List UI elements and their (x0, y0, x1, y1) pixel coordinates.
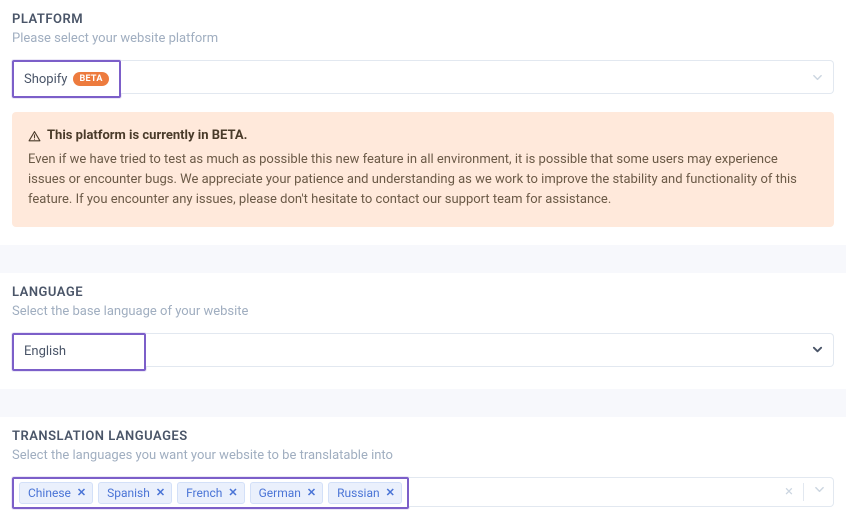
language-select-row: English (12, 333, 834, 371)
alert-title: This platform is currently in BETA. (47, 126, 247, 146)
platform-highlight: Shopify BETA (12, 60, 121, 98)
alert-title-row: This platform is currently in BETA. (28, 126, 818, 146)
clear-all-icon[interactable]: × (785, 484, 793, 499)
platform-section: PLATFORM Please select your website plat… (0, 0, 846, 245)
tag-label: German (259, 485, 301, 502)
platform-select-value[interactable]: Shopify BETA (14, 62, 119, 96)
chevron-down-icon (811, 344, 823, 356)
remove-tag-icon[interactable]: ✕ (307, 487, 316, 498)
translations-select[interactable]: × (409, 477, 834, 507)
language-tag: Spanish ✕ (98, 482, 172, 505)
language-highlight: English (12, 333, 146, 371)
platform-select[interactable] (121, 60, 834, 94)
language-tag: Russian ✕ (328, 482, 402, 505)
language-tag: French ✕ (177, 482, 245, 505)
translations-subtitle: Select the languages you want your websi… (12, 448, 834, 463)
section-gap (0, 389, 846, 417)
translations-highlight: Chinese ✕ Spanish ✕ French ✕ German ✕ Russian ✕ (12, 477, 409, 510)
translations-select-row: Chinese ✕ Spanish ✕ French ✕ German ✕ Russian ✕ × (12, 477, 834, 510)
tag-label: French (186, 485, 222, 502)
language-select[interactable] (146, 333, 834, 367)
beta-badge: BETA (73, 72, 108, 87)
divider (803, 483, 804, 501)
platform-subtitle: Please select your website platform (12, 31, 834, 46)
tag-label: Spanish (107, 485, 150, 502)
section-gap (0, 245, 846, 273)
language-title: LANGUAGE (12, 285, 834, 300)
remove-tag-icon[interactable]: ✕ (228, 487, 237, 498)
beta-alert: This platform is currently in BETA. Even… (12, 112, 834, 227)
language-section: LANGUAGE Select the base language of you… (0, 273, 846, 389)
warning-icon (28, 130, 41, 143)
remove-tag-icon[interactable]: ✕ (156, 487, 165, 498)
translations-title: TRANSLATION LANGUAGES (12, 429, 834, 444)
language-tag: Chinese ✕ (19, 482, 93, 505)
platform-select-row: Shopify BETA (12, 60, 834, 98)
tag-label: Russian (337, 485, 379, 502)
chevron-down-icon (814, 484, 825, 499)
alert-body: Even if we have tried to test as much as… (28, 150, 818, 210)
translations-section: TRANSLATION LANGUAGES Select the languag… (0, 417, 846, 519)
language-selected-label[interactable]: English (14, 335, 144, 369)
remove-tag-icon[interactable]: ✕ (386, 487, 395, 498)
language-subtitle: Select the base language of your website (12, 304, 834, 319)
platform-selected-label: Shopify (24, 72, 67, 87)
remove-tag-icon[interactable]: ✕ (77, 487, 86, 498)
language-tag: German ✕ (250, 482, 324, 505)
platform-title: PLATFORM (12, 12, 834, 27)
chevron-down-icon (811, 71, 823, 83)
tag-label: Chinese (28, 485, 71, 502)
